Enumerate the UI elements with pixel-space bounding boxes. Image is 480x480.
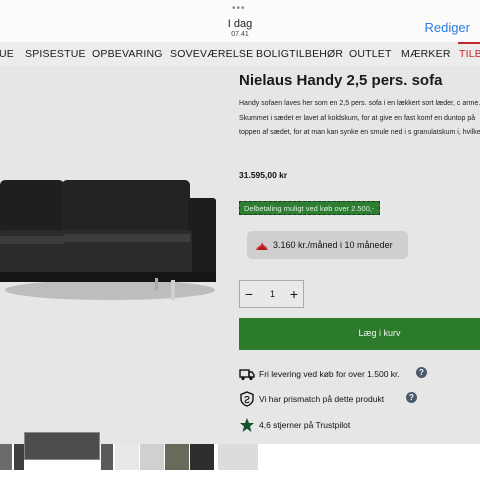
- screenshot-content: UE SPISESTUE OPBEVARING SOVEVÆRELSE BOLI…: [0, 42, 480, 444]
- installment-button[interactable]: 3.160 kr./måned i 10 måneder: [247, 231, 408, 259]
- nav-item-tilbud[interactable]: TILB: [459, 48, 480, 60]
- day-label: I dag: [227, 18, 253, 30]
- product-price: 31.595,00 kr: [239, 170, 288, 180]
- nav-item-spisestue[interactable]: SPISESTUE: [25, 48, 86, 60]
- quantity-input[interactable]: 1: [258, 281, 287, 307]
- screenshot-thumbnail-strip: [0, 432, 480, 472]
- quantity-increase-button[interactable]: +: [285, 281, 303, 307]
- product-title: Nielaus Handy 2,5 pers. sofa: [239, 72, 443, 89]
- nav-item-stue[interactable]: UE: [0, 48, 14, 60]
- nav-item-outlet[interactable]: OUTLET: [349, 48, 392, 60]
- time-label: 07.41: [231, 31, 249, 38]
- installment-label: 3.160 kr./måned i 10 måneder: [273, 240, 393, 250]
- category-nav: UE SPISESTUE OPBEVARING SOVEVÆRELSE BOLI…: [0, 42, 480, 66]
- ios-status-bar: ••• I dag 07.41 Rediger: [0, 0, 480, 42]
- quantity-decrease-button[interactable]: −: [240, 281, 258, 307]
- nav-item-sovevaerelse[interactable]: SOVEVÆRELSE: [170, 48, 253, 60]
- feature-price-match-text: Vi har prismatch på dette produkt: [259, 394, 385, 404]
- truck-icon: [239, 369, 255, 381]
- add-to-cart-button[interactable]: Læg i kurv: [239, 318, 480, 350]
- product-description: Handy sofaen laves her som en 2,5 pers. …: [239, 100, 480, 136]
- nav-item-maerker[interactable]: MÆRKER: [401, 48, 451, 60]
- help-icon[interactable]: ?: [416, 367, 427, 378]
- sofa-product-image[interactable]: [0, 172, 225, 312]
- feature-trustpilot-text: 4,6 stjerner på Trustpilot: [259, 420, 351, 430]
- thumbnail[interactable]: [14, 444, 24, 470]
- thumbnail[interactable]: [0, 444, 12, 470]
- star-icon: [240, 418, 254, 432]
- santander-flame-icon: [256, 242, 268, 250]
- feature-free-delivery-text: Fri levering ved køb for over 1.500 kr.: [259, 369, 400, 379]
- nav-item-boligtilbehor[interactable]: BOLIGTILBEHØR: [256, 48, 343, 60]
- thumbnail[interactable]: [101, 444, 113, 470]
- thumbnail[interactable]: [165, 444, 189, 470]
- thumbnail[interactable]: [190, 444, 214, 470]
- thumbnail-current[interactable]: [24, 432, 100, 460]
- shield-icon: [240, 391, 254, 407]
- quantity-stepper: − 1 +: [239, 280, 304, 308]
- nav-active-indicator: [458, 42, 480, 44]
- partial-payment-badge: Delbetaling muligt ved køb over 2.500,-: [239, 201, 380, 215]
- help-icon[interactable]: ?: [406, 392, 417, 403]
- nav-item-opbevaring[interactable]: OPBEVARING: [92, 48, 163, 60]
- multitasking-dots[interactable]: •••: [232, 3, 246, 14]
- thumbnail[interactable]: [115, 444, 139, 470]
- edit-button[interactable]: Rediger: [424, 20, 470, 35]
- add-to-cart-label: Læg i kurv: [358, 328, 401, 338]
- thumbnail[interactable]: [218, 444, 258, 470]
- thumbnail[interactable]: [140, 444, 164, 470]
